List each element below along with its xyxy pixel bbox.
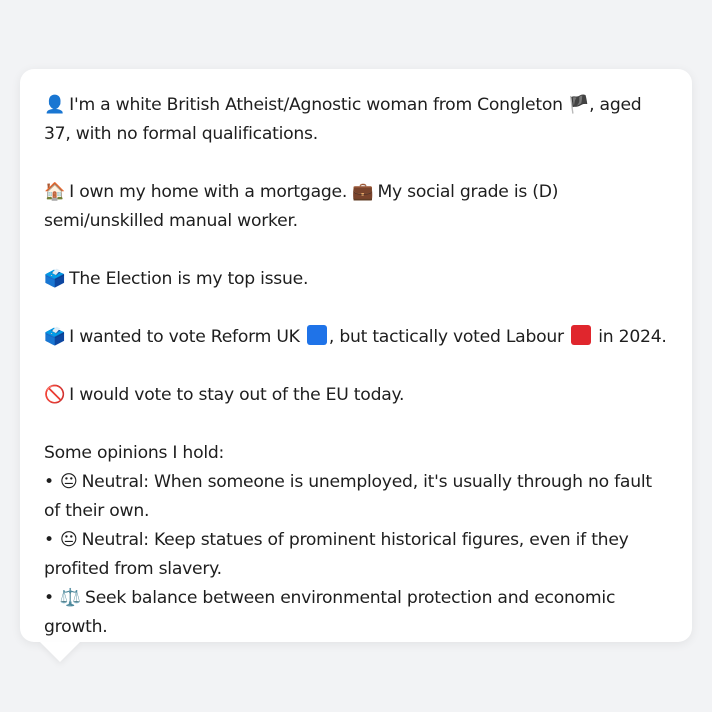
balance-scale-icon: ⚖️ [59,588,82,608]
neutral-face-icon: 😐 [59,472,78,492]
opinion-item: • 😐 Neutral: Keep statues of prominent his… [44,526,672,584]
blue-square-icon [306,325,327,345]
opinion-text: Seek balance between environmental prote… [44,588,616,637]
home-text: I own my home with a mortgage. [69,182,348,202]
neutral-face-icon: 😐 [59,530,78,550]
person-icon: 👤 [44,95,66,115]
bullet: • [44,530,54,550]
housing-grade-line: 🏠 I own my home with a mortgage. 💼 My soci… [44,178,672,236]
vote-text-b: , but tactically voted Labour [328,327,564,347]
eu-text: I would vote to stay out of the EU today… [69,385,405,405]
top-issue-line: 🗳️ The Election is my top issue. [44,265,672,294]
vote-text-a: I wanted to vote Reform UK [69,327,300,347]
opinion-item: • 😐 Neutral: When someone is unemployed, i… [44,468,672,526]
england-flag-icon: 🏴 [567,95,590,115]
bullet: • [44,472,54,492]
vote-text-c: in 2024. [598,327,667,347]
identity-text-a: I'm a white British Atheist/Agnostic wom… [69,95,563,115]
prohibited-icon: 🚫 [44,385,66,405]
red-square-icon [571,325,592,345]
vote-line: 🗳️ I wanted to vote Reform UK , but tacti… [44,323,672,352]
bullet: • [44,588,54,608]
opinion-text: Neutral: When someone is unemployed, it'… [44,472,652,521]
speech-bubble-tail [40,642,80,662]
opinion-text: Neutral: Keep statues of prominent histo… [44,530,629,579]
house-icon: 🏠 [44,182,66,202]
opinions-heading: Some opinions I hold: [44,443,225,463]
ballot-box-icon: 🗳️ [44,269,66,289]
briefcase-icon: 💼 [352,182,374,202]
identity-line: 👤 I'm a white British Atheist/Agnostic wo… [44,91,672,149]
eu-line: 🚫 I would vote to stay out of the EU toda… [44,381,672,410]
opinion-item: • ⚖️ Seek balance between environmental pr… [44,584,672,642]
top-issue-text: The Election is my top issue. [69,269,309,289]
ballot-box-icon: 🗳️ [44,327,66,347]
persona-card: 👤 I'm a white British Atheist/Agnostic wo… [20,69,692,642]
